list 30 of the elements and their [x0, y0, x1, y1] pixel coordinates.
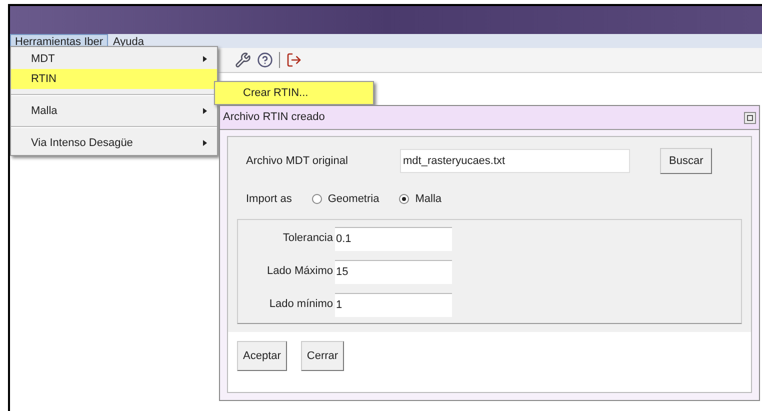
exit-icon[interactable] — [286, 52, 302, 68]
dialog-button[interactable]: Cerrar — [300, 341, 344, 371]
parameter-field[interactable]: 1 — [335, 292, 452, 316]
menu-item[interactable]: Crear RTIN... — [215, 82, 373, 104]
field-label: Lado mínimo — [268, 297, 334, 312]
menu-item[interactable]: MDT — [11, 49, 217, 69]
submenu-arrow-icon — [203, 56, 207, 62]
field-label: Import as — [246, 192, 292, 207]
parameter-field[interactable]: 0.1 — [335, 226, 452, 250]
submenu-arrow-icon — [203, 140, 207, 146]
menu-bar-item[interactable]: Ayuda — [108, 34, 150, 48]
help-icon[interactable] — [257, 52, 273, 68]
menu-item[interactable]: RTIN — [11, 69, 217, 89]
parameter-field[interactable]: 15 — [335, 260, 452, 284]
radio-option[interactable]: Malla — [399, 190, 442, 208]
file-path-field[interactable]: mdt_rasteryucaes.txt — [400, 149, 630, 173]
field-label: Archivo MDT original — [246, 154, 349, 169]
menu-item[interactable]: Malla — [11, 101, 217, 121]
restore-button[interactable] — [744, 112, 756, 124]
field-label: Tolerancia — [282, 231, 334, 246]
dialog-title: Archivo RTIN creado — [223, 110, 325, 126]
radio-button[interactable] — [399, 194, 410, 204]
field-label: Lado Máximo — [266, 264, 334, 280]
browse-button[interactable]: Buscar — [660, 148, 712, 174]
menu-item[interactable]: Via Intenso Desagüe — [11, 133, 217, 153]
submenu-arrow-icon — [203, 108, 207, 114]
radio-button[interactable] — [312, 194, 322, 204]
dialog-button[interactable]: Aceptar — [237, 341, 287, 371]
tools-icon[interactable] — [235, 52, 251, 68]
radio-option[interactable]: Geometria — [312, 190, 380, 208]
